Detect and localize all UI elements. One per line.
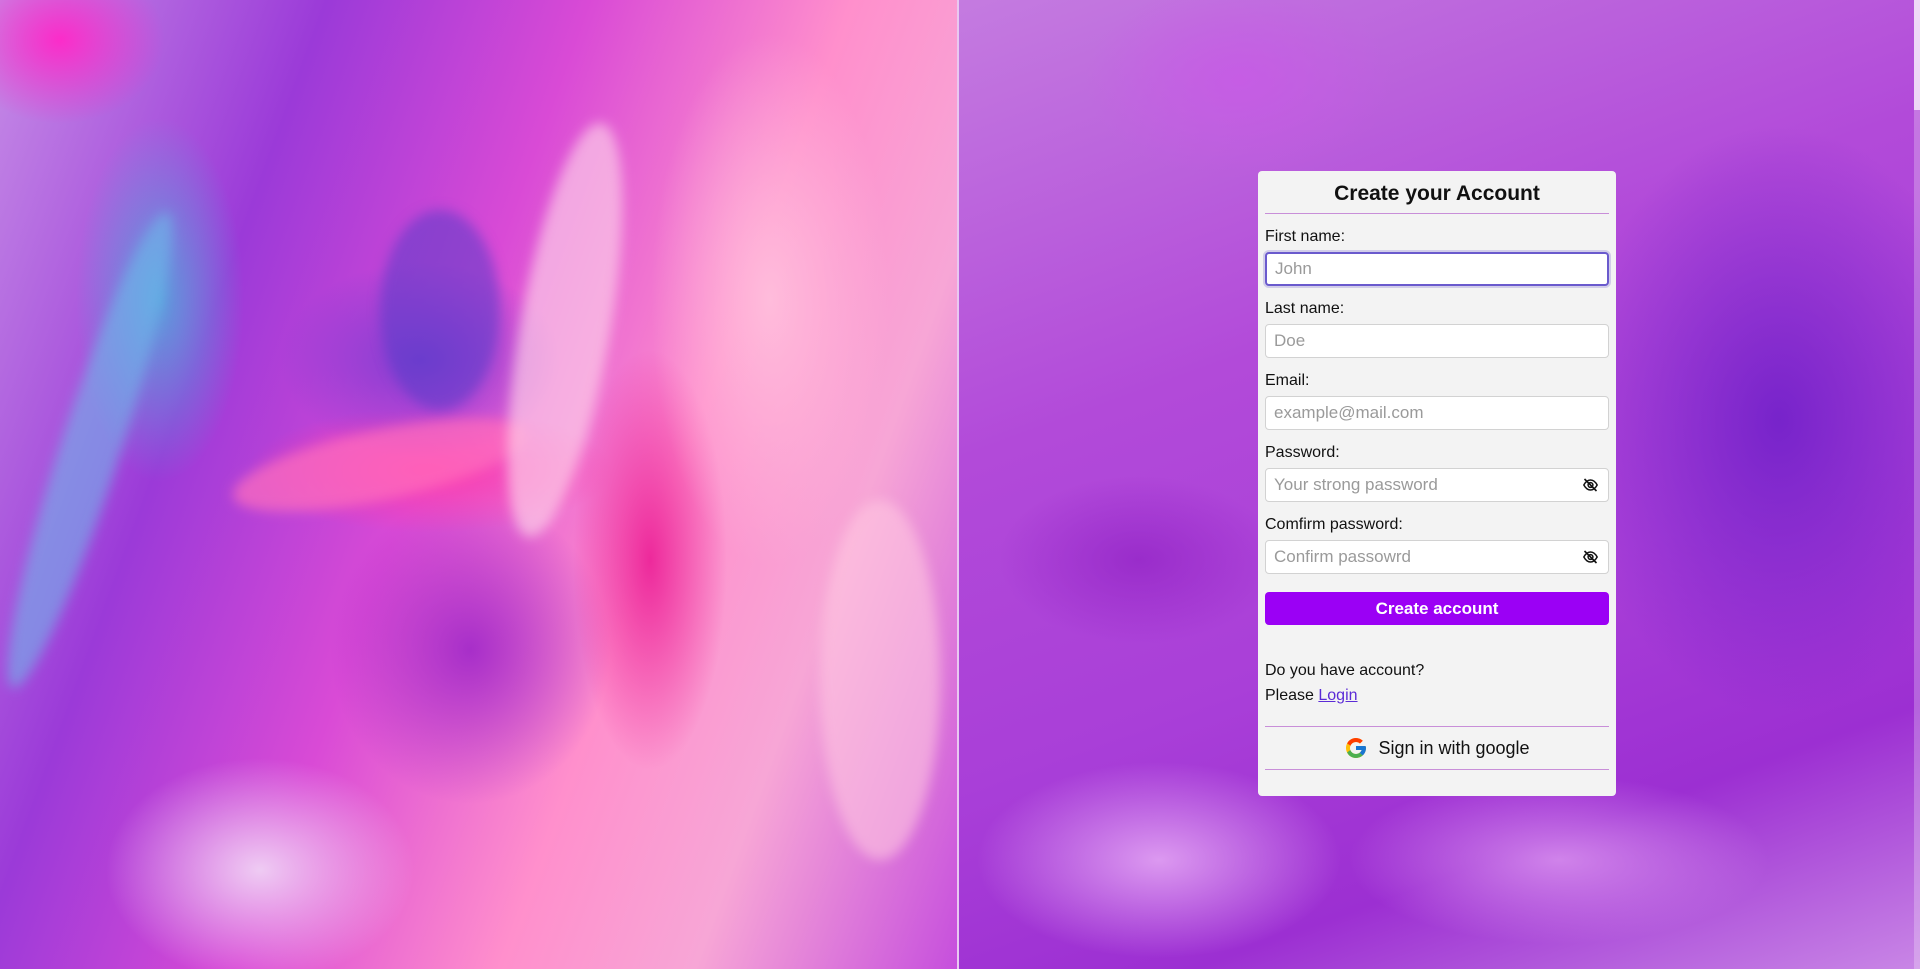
- eye-off-icon[interactable]: [1582, 477, 1599, 493]
- email-label: Email:: [1265, 372, 1310, 389]
- last-name-field: Last name:: [1265, 300, 1609, 358]
- first-name-label: First name:: [1265, 228, 1346, 245]
- password-input[interactable]: [1265, 468, 1609, 502]
- eye-off-icon[interactable]: [1582, 549, 1599, 565]
- confirm-password-field: Comfirm password:: [1265, 516, 1609, 574]
- create-account-button[interactable]: Create account: [1265, 592, 1609, 625]
- email-input[interactable]: [1265, 396, 1609, 430]
- google-signin-button[interactable]: Sign in with google: [1265, 727, 1609, 769]
- page-scrollbar[interactable]: [1914, 0, 1920, 969]
- password-field: Password:: [1265, 444, 1609, 502]
- confirm-password-input[interactable]: [1265, 540, 1609, 574]
- last-name-input[interactable]: [1265, 324, 1609, 358]
- form-title: Create your Account: [1334, 182, 1540, 205]
- login-prefix-text: Please: [1265, 687, 1314, 704]
- login-link[interactable]: Login: [1318, 687, 1357, 704]
- signup-card: Create your Account First name: Last nam…: [1258, 171, 1616, 796]
- confirm-password-label: Comfirm password:: [1265, 516, 1403, 533]
- google-icon: [1346, 738, 1367, 758]
- email-field: Email:: [1265, 372, 1609, 430]
- last-name-label: Last name:: [1265, 300, 1345, 317]
- page: Create your Account First name: Last nam…: [0, 0, 1920, 969]
- login-prompt-block: Do you have account? Please Login: [1265, 658, 1609, 708]
- scrollbar-thumb[interactable]: [1914, 0, 1920, 110]
- first-name-input[interactable]: [1265, 252, 1609, 286]
- google-bottom-divider: [1265, 769, 1609, 770]
- login-prompt-text: Do you have account?: [1265, 662, 1425, 679]
- google-signin-label: Sign in with google: [1378, 737, 1530, 758]
- first-name-field: First name:: [1265, 228, 1609, 286]
- password-label: Password:: [1265, 444, 1340, 461]
- abstract-fluid-art-image: [0, 0, 957, 969]
- login-prompt-line: Please Login: [1265, 683, 1609, 708]
- title-divider: [1265, 213, 1609, 214]
